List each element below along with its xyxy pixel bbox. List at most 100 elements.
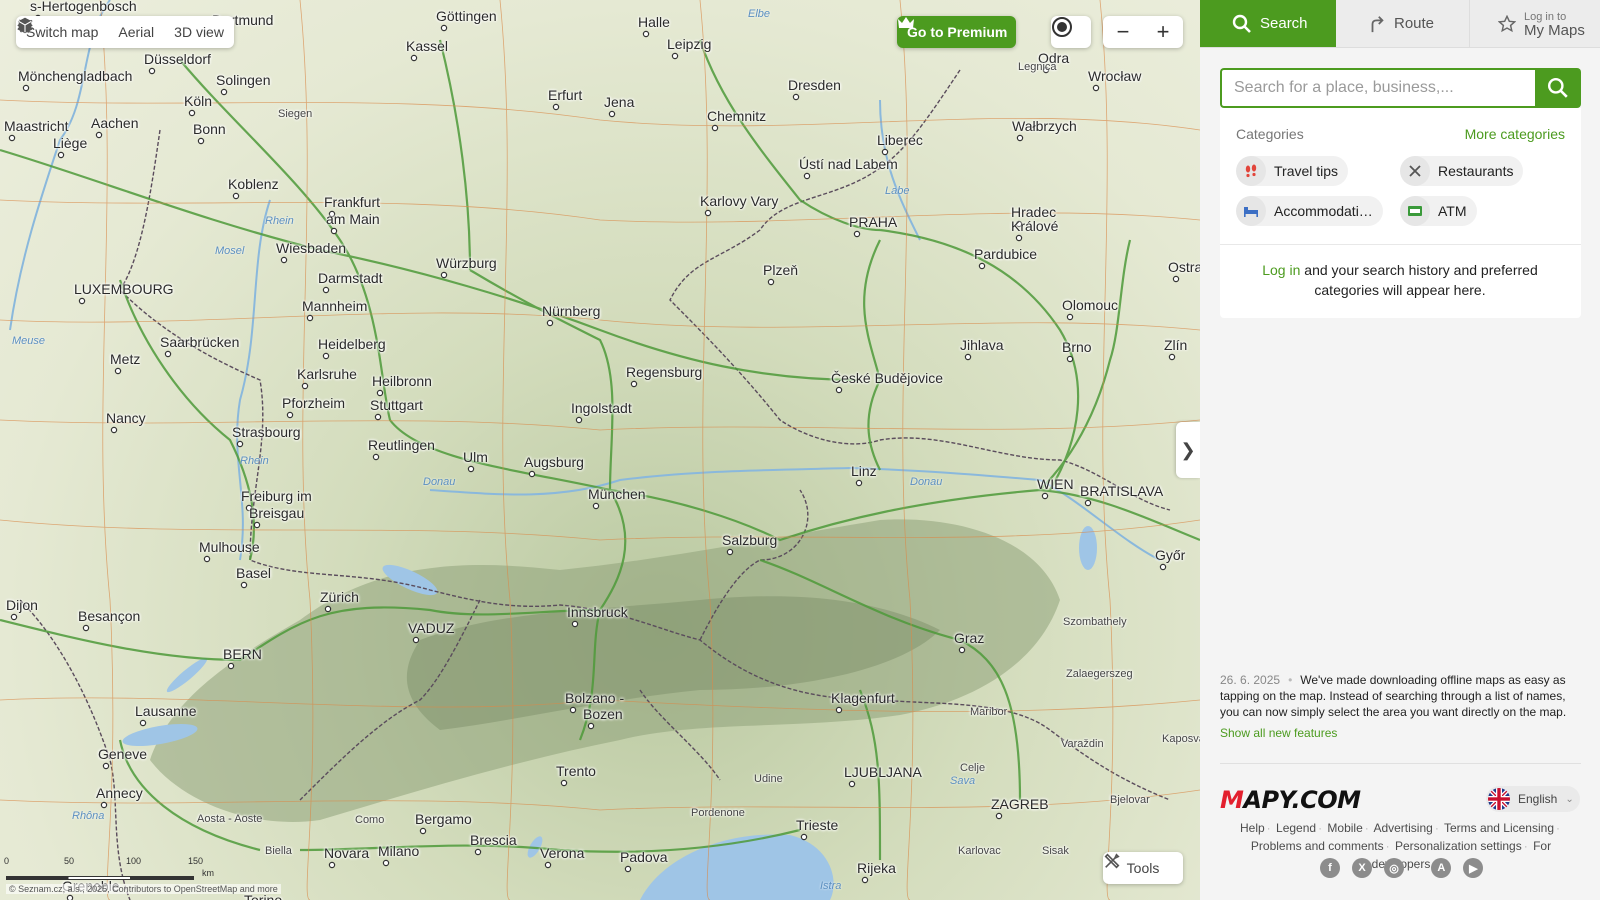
city-label[interactable]: Győr bbox=[1155, 547, 1185, 563]
city-label[interactable]: Regensburg bbox=[626, 364, 702, 380]
city-label[interactable]: LUXEMBOURG bbox=[74, 281, 174, 297]
googleplay-icon[interactable]: ▶ bbox=[1463, 858, 1484, 878]
search-input[interactable] bbox=[1220, 68, 1535, 108]
city-label[interactable]: Bozen bbox=[583, 706, 623, 722]
appstore-icon[interactable]: A bbox=[1431, 858, 1452, 878]
facebook-icon[interactable]: f bbox=[1320, 858, 1340, 878]
city-label[interactable]: Frankfurt bbox=[324, 194, 380, 210]
city-label[interactable]: Rijeka bbox=[857, 860, 896, 876]
footer-link-mobile[interactable]: Mobile bbox=[1327, 821, 1362, 835]
city-label[interactable]: Nürnberg bbox=[542, 303, 600, 319]
city-label[interactable]: Heilbronn bbox=[372, 373, 432, 389]
collapse-panel-button[interactable]: ❯ bbox=[1176, 422, 1200, 478]
footer-link-legend[interactable]: Legend bbox=[1276, 821, 1316, 835]
footer-link-help[interactable]: Help bbox=[1240, 821, 1265, 835]
city-label[interactable]: Bolzano - bbox=[565, 690, 624, 706]
city-label[interactable]: Ostra bbox=[1168, 259, 1200, 275]
place-label[interactable]: Legnica bbox=[1018, 59, 1057, 75]
place-label[interactable]: Aosta - Aoste bbox=[197, 811, 262, 827]
category-restaurants[interactable]: Restaurants bbox=[1400, 156, 1524, 186]
x-icon[interactable]: X bbox=[1352, 858, 1372, 878]
city-label[interactable]: Bergamo bbox=[415, 811, 472, 827]
city-label[interactable]: Stuttgart bbox=[370, 397, 423, 413]
place-label[interactable]: Bjelovar bbox=[1110, 792, 1150, 808]
city-label[interactable]: Dijon bbox=[6, 597, 38, 613]
city-label[interactable]: Würzburg bbox=[436, 255, 497, 271]
login-link[interactable]: Log in bbox=[1262, 262, 1300, 278]
city-label[interactable]: Göttingen bbox=[436, 8, 497, 24]
city-label[interactable]: Wiesbaden bbox=[276, 240, 346, 256]
city-label[interactable]: Bonn bbox=[193, 121, 226, 137]
zoom-out-button[interactable]: − bbox=[1103, 16, 1143, 48]
city-label[interactable]: Pforzheim bbox=[282, 395, 345, 411]
city-label[interactable]: Ulm bbox=[463, 449, 488, 465]
city-label[interactable]: Dresden bbox=[788, 77, 841, 93]
zoom-in-button[interactable]: + bbox=[1143, 16, 1183, 48]
mapy-logo[interactable]: MAPY.COM bbox=[1220, 786, 1361, 814]
city-label[interactable]: LJUBLJANA bbox=[844, 764, 922, 780]
city-label[interactable]: Mannheim bbox=[302, 298, 367, 314]
instagram-icon[interactable]: ◎ bbox=[1384, 858, 1404, 878]
city-label[interactable]: Plzeň bbox=[763, 262, 798, 278]
category-accommodation[interactable]: Accommodati… bbox=[1236, 196, 1383, 226]
city-label[interactable]: Wałbrzych bbox=[1012, 118, 1077, 134]
city-label[interactable]: Basel bbox=[236, 565, 271, 581]
place-label[interactable]: Szombathely bbox=[1063, 614, 1127, 630]
city-label[interactable]: Maastricht bbox=[4, 118, 69, 134]
city-label[interactable]: Augsburg bbox=[524, 454, 584, 470]
category-atm[interactable]: ATM bbox=[1400, 196, 1477, 226]
city-label[interactable]: Karlovy Vary bbox=[700, 193, 778, 209]
city-label[interactable]: Ingolstadt bbox=[571, 400, 632, 416]
city-label[interactable]: Jihlava bbox=[960, 337, 1004, 353]
place-label[interactable]: Biella bbox=[265, 843, 292, 859]
city-label[interactable]: Kassel bbox=[406, 38, 448, 54]
city-label[interactable]: Jena bbox=[604, 94, 634, 110]
city-label[interactable]: Aachen bbox=[91, 115, 138, 131]
place-label[interactable]: Zalaegerszeg bbox=[1066, 666, 1133, 682]
city-label[interactable]: Reutlingen bbox=[368, 437, 435, 453]
footer-link-terms[interactable]: Terms and Licensing bbox=[1444, 821, 1554, 835]
city-label[interactable]: Geneve bbox=[98, 746, 147, 762]
city-label[interactable]: WIEN bbox=[1037, 476, 1074, 492]
city-label[interactable]: Salzburg bbox=[722, 532, 777, 548]
city-label[interactable]: Karlsruhe bbox=[297, 366, 357, 382]
city-label[interactable]: Nancy bbox=[106, 410, 146, 426]
city-label[interactable]: s-Hertogenbosch bbox=[30, 0, 137, 14]
footer-link-problems[interactable]: Problems and comments bbox=[1251, 839, 1384, 853]
place-label[interactable]: Siegen bbox=[278, 106, 312, 122]
city-label[interactable]: Zürich bbox=[320, 589, 359, 605]
city-label[interactable]: Olomouc bbox=[1062, 297, 1118, 313]
city-label[interactable]: Erfurt bbox=[548, 87, 582, 103]
city-label[interactable]: Heidelberg bbox=[318, 336, 386, 352]
place-label[interactable]: Kaposvá bbox=[1162, 731, 1200, 747]
place-label[interactable]: Karlovac bbox=[958, 843, 1001, 859]
footer-link-personalization[interactable]: Personalization settings bbox=[1395, 839, 1522, 853]
city-label[interactable]: Koblenz bbox=[228, 176, 279, 192]
city-label[interactable]: Saarbrücken bbox=[160, 334, 239, 350]
city-label[interactable]: Lausanne bbox=[135, 703, 197, 719]
show-all-features-link[interactable]: Show all new features bbox=[1220, 725, 1581, 741]
city-label[interactable]: BERN bbox=[223, 646, 262, 662]
city-label[interactable]: Mulhouse bbox=[199, 539, 260, 555]
city-label[interactable]: Strasbourg bbox=[232, 424, 300, 440]
city-label[interactable]: České Budějovice bbox=[831, 370, 943, 386]
city-label[interactable]: Graz bbox=[954, 630, 984, 646]
aerial-button[interactable]: Aerial bbox=[19, 16, 164, 48]
map-canvas[interactable]: s-Hertogenbosch Dortmund Göttingen Halle Kas… bbox=[0, 0, 1200, 900]
more-categories-link[interactable]: More categories bbox=[1465, 126, 1565, 142]
place-label[interactable]: Sisak bbox=[1042, 843, 1069, 859]
city-label[interactable]: ZAGREB bbox=[991, 796, 1049, 812]
city-label[interactable]: Králové bbox=[1011, 218, 1058, 234]
city-label[interactable]: Linz bbox=[851, 463, 877, 479]
search-submit-button[interactable] bbox=[1535, 68, 1581, 108]
place-label[interactable]: Maribor bbox=[970, 704, 1007, 720]
city-label[interactable]: Novara bbox=[324, 845, 369, 861]
city-label[interactable]: Annecy bbox=[96, 785, 143, 801]
place-label[interactable]: Celje bbox=[960, 760, 985, 776]
city-label[interactable]: Chemnitz bbox=[707, 108, 766, 124]
place-label[interactable]: Udine bbox=[754, 771, 783, 787]
city-label[interactable]: VADUZ bbox=[408, 620, 454, 636]
city-label[interactable]: Verona bbox=[540, 845, 584, 861]
city-label[interactable]: PRAHA bbox=[849, 214, 897, 230]
city-label[interactable]: Köln bbox=[184, 93, 212, 109]
